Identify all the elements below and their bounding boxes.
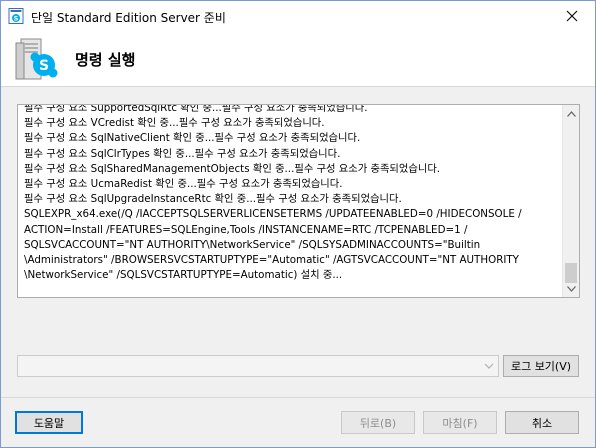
chevron-down-icon: [567, 285, 576, 292]
log-line: 필수 구성 요소 SupportedSqlRtc 확인 중...필수 구성 요소…: [24, 104, 368, 114]
skype-server-deploy-icon: S: [13, 37, 61, 83]
log-selector-dropdown[interactable]: [17, 355, 499, 377]
chevron-up-icon: [567, 110, 576, 117]
skype-server-app-icon: S: [8, 8, 24, 24]
log-line: \Administrators" /BROWSERSVCSTARTUPTYPE=…: [24, 253, 519, 266]
log-line: SQLEXPR_x64.exe(/Q /IACCEPTSQLSERVERLICE…: [24, 208, 522, 221]
log-line: \NetworkService" /SQLSVCSTARTUPTYPE=Auto…: [24, 269, 343, 282]
window-title: 단일 Standard Edition Server 준비: [31, 11, 226, 25]
page-header: S 명령 실행: [1, 31, 595, 87]
svg-text:S: S: [39, 58, 49, 74]
log-line: 필수 구성 요소 SqlClrTypes 확인 중...필수 구성 요소가 충족…: [24, 147, 341, 160]
page-title: 명령 실행: [75, 51, 136, 69]
scroll-up-button[interactable]: [563, 105, 579, 122]
command-log[interactable]: 필수 구성 요소 SupportedSqlRtc 확인 중...필수 구성 요소…: [17, 104, 580, 298]
log-line: 필수 구성 요소 SqlSharedManagementObjects 확인 중…: [24, 162, 441, 175]
log-line: SQLSVCACCOUNT="NT AUTHORITY\NetworkServi…: [24, 238, 481, 251]
log-lines: 필수 구성 요소 SupportedSqlRtc 확인 중...필수 구성 요소…: [24, 104, 559, 283]
scroll-down-button[interactable]: [563, 280, 579, 297]
view-log-button[interactable]: 로그 보기(V): [503, 355, 579, 377]
log-line: 필수 구성 요소 SqlUpgradeInstanceRtc 확인 중...필수…: [24, 193, 402, 206]
log-scrollbar[interactable]: [562, 105, 579, 297]
cancel-button[interactable]: 취소: [505, 411, 579, 434]
chevron-down-icon: [484, 363, 494, 369]
finish-button[interactable]: 마침(F): [423, 411, 497, 434]
footer-divider: [1, 397, 595, 398]
svg-text:S: S: [14, 15, 19, 23]
log-line: 필수 구성 요소 VCredist 확인 중...필수 구성 요소가 충족되었습…: [24, 117, 325, 130]
back-button[interactable]: 뒤로(B): [341, 411, 415, 434]
close-icon: [566, 10, 578, 22]
log-line: 필수 구성 요소 SqlNativeClient 확인 중...필수 구성 요소…: [24, 132, 361, 145]
help-button[interactable]: 도움말: [15, 411, 83, 434]
title-bar: S 단일 Standard Edition Server 준비: [1, 1, 595, 31]
close-button[interactable]: [549, 1, 595, 31]
log-line: 필수 구성 요소 UcmaRedist 확인 중...필수 구성 요소가 충족되…: [24, 177, 343, 190]
log-line: ACTION=Install /FEATURES=SQLEngine,Tools…: [24, 223, 468, 236]
setup-window: S 단일 Standard Edition Server 준비 S 명령 실행 …: [0, 0, 596, 448]
